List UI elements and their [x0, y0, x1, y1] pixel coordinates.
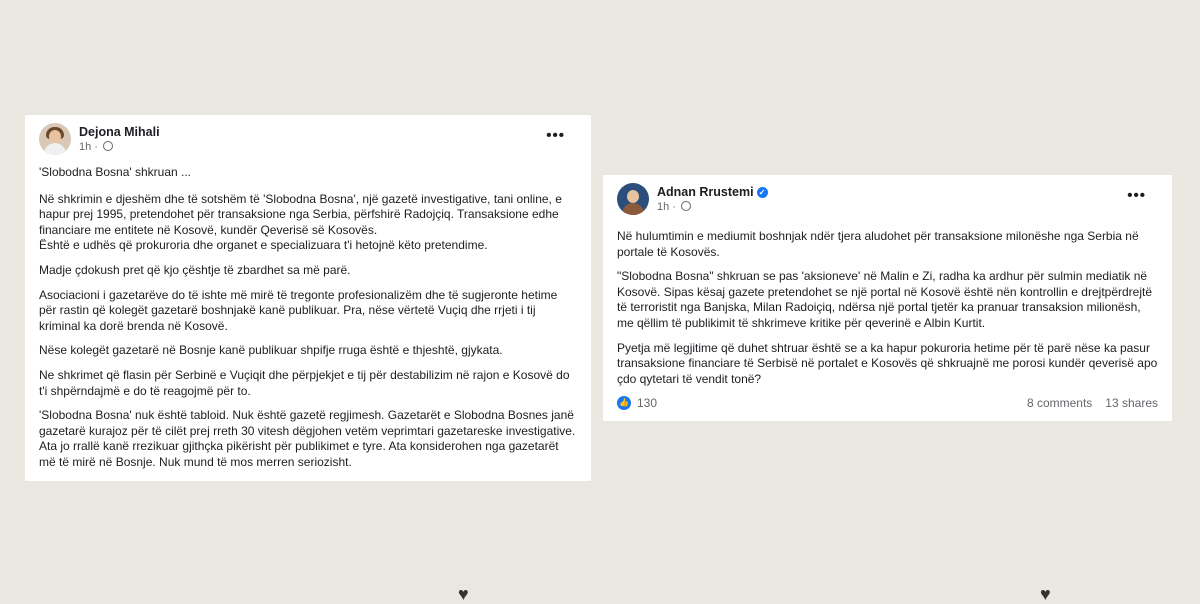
paragraph: Pyetja më legjitime që duhet shtruar ësh… [617, 340, 1158, 386]
author-name: Adnan Rrustemi ✓ [657, 184, 768, 200]
avatar[interactable] [39, 123, 71, 155]
post-header: Adnan Rrustemi ✓ 1h · ••• [617, 183, 1158, 223]
post-time: 1h · [79, 140, 160, 154]
paragraph: Asociacioni i gazetarëve do të ishte më … [39, 287, 558, 333]
paragraph: Në shkrimin e djeshëm dhe të sotshëm të … [39, 191, 562, 253]
author-name[interactable]: Dejona Mihali [79, 124, 160, 140]
avatar[interactable] [617, 183, 649, 215]
post-card-dejona: Dejona Mihali 1h · ••• 'Slobodna Bosna' … [25, 115, 591, 481]
paragraph: Ne shkrimet që flasin për Serbinë e Vuçi… [39, 367, 570, 398]
paragraph: "Slobodna Bosna" shkruan se pas 'aksione… [617, 269, 1153, 330]
like-reaction-icon: 👍 [617, 396, 631, 411]
comments-count[interactable]: 8 comments [1027, 396, 1092, 410]
paragraph: 'Slobodna Bosna' shkruan ... [39, 165, 192, 179]
paragraph: Nëse kolegët gazetarë në Bosnje kanë pub… [39, 343, 503, 358]
post-header: Dejona Mihali 1h · ••• [39, 123, 577, 163]
post-card-adnan: Adnan Rrustemi ✓ 1h · ••• Në hulumtimin e… [603, 175, 1172, 421]
reaction-count[interactable]: 130 [637, 396, 657, 410]
more-options-icon[interactable]: ••• [1127, 187, 1146, 204]
globe-icon [681, 201, 692, 211]
post-footer: 👍 130 8 comments 13 shares [617, 396, 1158, 411]
verified-badge-icon: ✓ [756, 187, 768, 198]
paragraph: 'Slobodna Bosna' nuk është tabloid. Nuk … [39, 408, 576, 469]
globe-icon [103, 141, 114, 151]
post-body: 'Slobodna Bosna' shkruan ... Në shkrimin… [39, 165, 577, 471]
heart-icon: ♥ [458, 584, 469, 604]
more-options-icon[interactable]: ••• [546, 127, 565, 144]
post-body: Në hulumtimin e mediumit boshnjak ndër t… [617, 229, 1158, 387]
paragraph: Në hulumtimin e mediumit boshnjak ndër t… [617, 229, 1139, 259]
paragraph: Madje çdokush pret që kjo çështje të zba… [39, 262, 351, 277]
post-time: 1h · [657, 200, 768, 214]
heart-icon: ♥ [1040, 584, 1051, 604]
shares-count[interactable]: 13 shares [1105, 396, 1158, 410]
